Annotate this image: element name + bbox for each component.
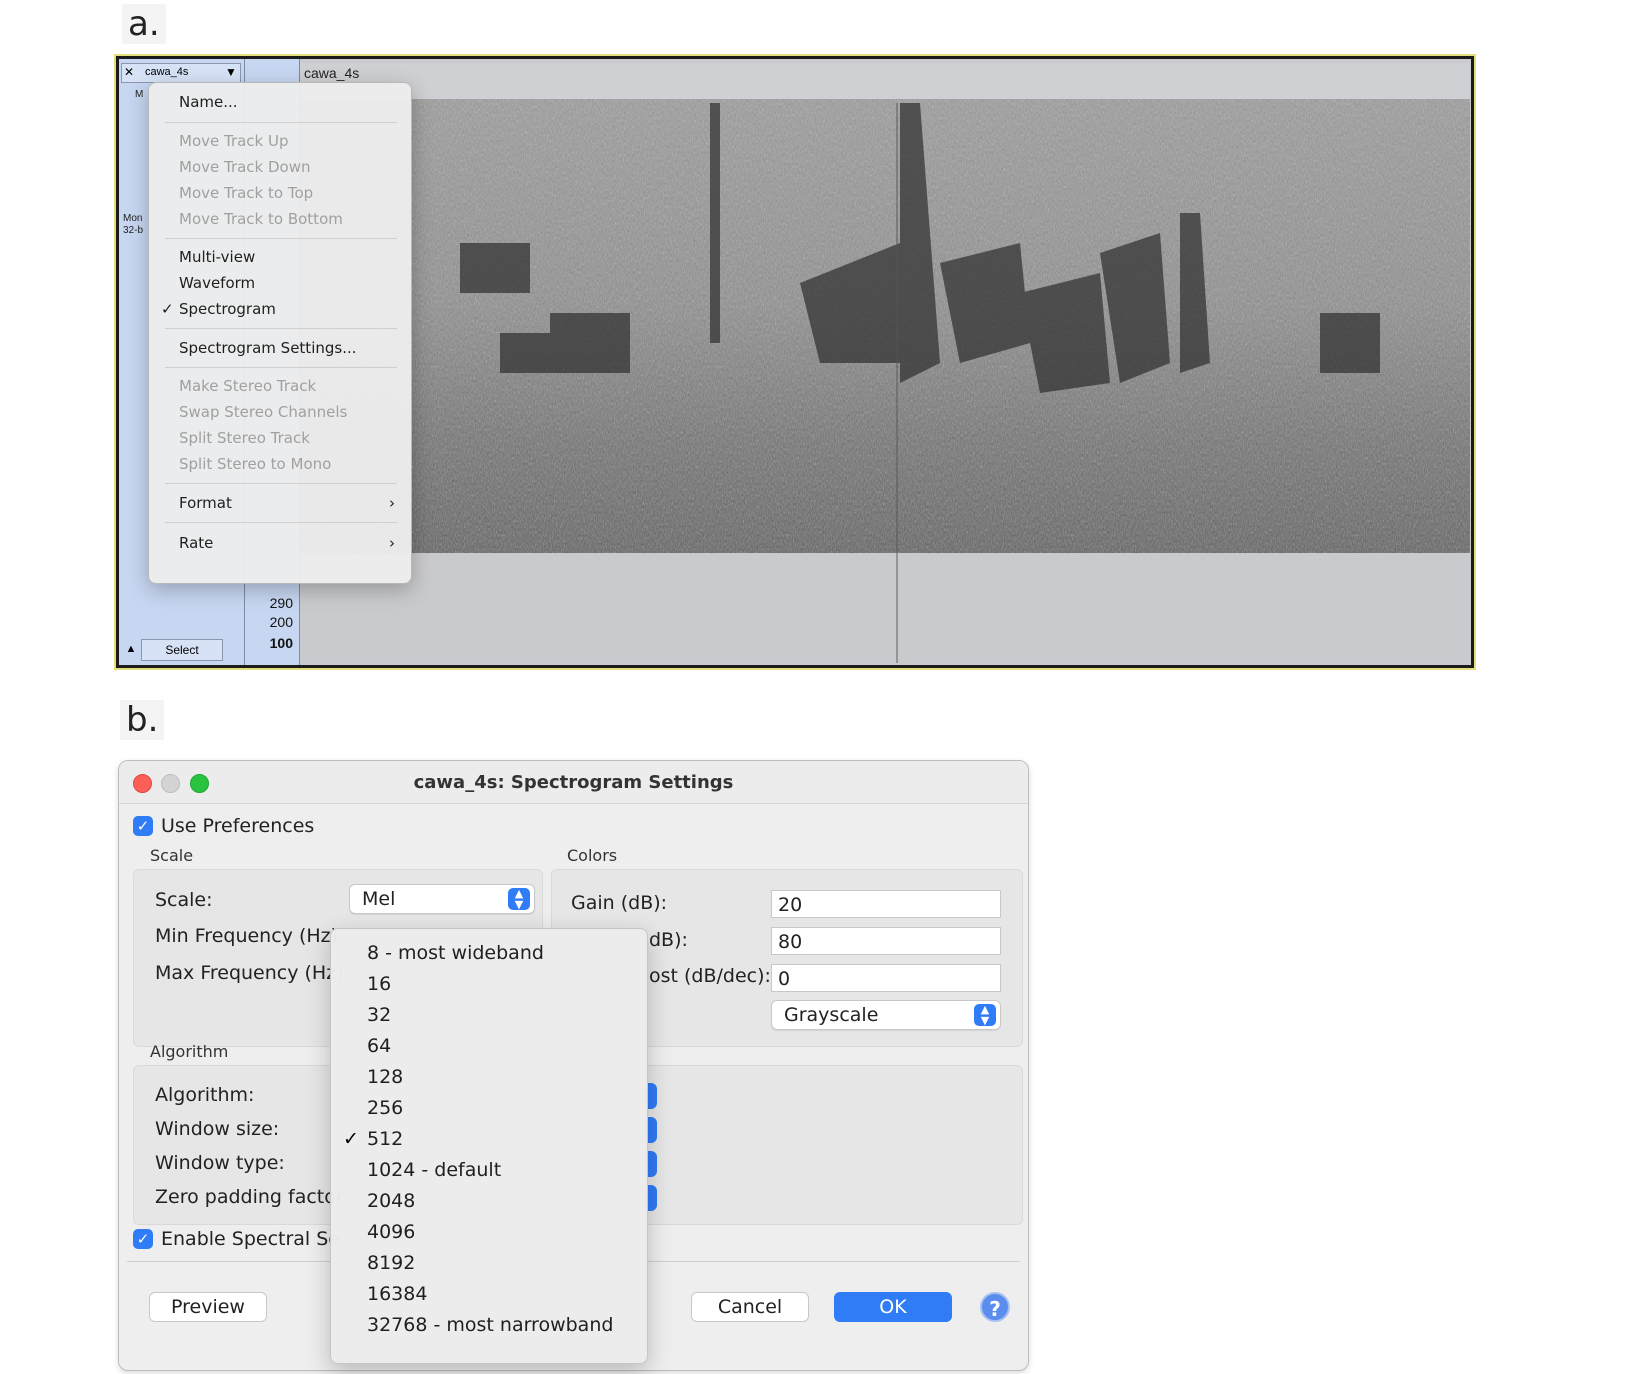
range-input[interactable]: 80 bbox=[771, 927, 1001, 955]
menu-item-move-top[interactable]: Move Track to Top bbox=[179, 182, 399, 204]
max-frequency-label: Max Frequency (Hz) bbox=[155, 962, 344, 984]
color-scheme-select[interactable]: Grayscale ▲ ▼ bbox=[771, 1000, 1001, 1030]
help-button[interactable]: ? bbox=[980, 1292, 1010, 1322]
checkmark-icon: ✓ bbox=[343, 1128, 359, 1150]
chevron-right-icon: › bbox=[389, 534, 395, 552]
menu-item-split-stereo[interactable]: Split Stereo Track bbox=[179, 427, 399, 449]
close-track-icon[interactable]: ✕ bbox=[124, 65, 134, 79]
scale-select[interactable]: Mel ▲ ▼ bbox=[349, 884, 535, 914]
enable-spectral-selection-label: Enable Spectral Se bbox=[161, 1228, 340, 1250]
frequency-gain-label: ost (dB/dec): bbox=[649, 965, 771, 987]
track-menu-arrow-icon[interactable]: ▼ bbox=[225, 65, 237, 79]
mute-button-fragment[interactable]: M bbox=[135, 89, 143, 100]
window-size-dropdown: ✓ 8 - most wideband 16 32 64 128 256 512… bbox=[330, 928, 648, 1364]
window-size-option[interactable]: 16384 bbox=[367, 1280, 427, 1308]
window-size-option[interactable]: 1024 - default bbox=[367, 1156, 501, 1184]
track-title: cawa_4s bbox=[304, 65, 360, 81]
spectrogram-image bbox=[300, 63, 1470, 663]
menu-item-name[interactable]: Name... bbox=[179, 91, 399, 113]
window-size-option[interactable]: 8 - most wideband bbox=[367, 939, 544, 967]
menu-item-swap-stereo[interactable]: Swap Stereo Channels bbox=[179, 401, 399, 423]
cancel-button[interactable]: Cancel bbox=[691, 1292, 809, 1322]
window-size-option-selected[interactable]: 512 bbox=[367, 1125, 403, 1153]
window-size-option[interactable]: 256 bbox=[367, 1094, 403, 1122]
range-label: dB): bbox=[649, 929, 688, 951]
track-name-button[interactable]: cawa_4s bbox=[145, 66, 188, 78]
menu-item-rate[interactable]: Rate bbox=[179, 532, 399, 554]
menu-item-split-mono[interactable]: Split Stereo to Mono bbox=[179, 453, 399, 475]
window-size-option[interactable]: 32 bbox=[367, 1001, 391, 1029]
ok-button[interactable]: OK bbox=[834, 1292, 952, 1322]
select-button[interactable]: Select bbox=[141, 639, 223, 661]
gain-label: Gain (dB): bbox=[571, 892, 668, 914]
min-frequency-label: Min Frequency (Hz) bbox=[155, 925, 339, 947]
menu-separator bbox=[165, 122, 397, 123]
colors-group-title: Colors bbox=[567, 846, 618, 865]
menu-item-spectrogram-settings[interactable]: Spectrogram Settings... bbox=[179, 337, 399, 359]
menu-separator bbox=[165, 328, 397, 329]
window-size-option[interactable]: 32768 - most narrowband bbox=[367, 1311, 613, 1339]
collapse-track-icon[interactable]: ▲ bbox=[123, 639, 139, 659]
window-size-option[interactable]: 16 bbox=[367, 970, 391, 998]
window-size-option[interactable]: 4096 bbox=[367, 1218, 415, 1246]
menu-item-waveform[interactable]: Waveform bbox=[179, 272, 399, 294]
ruler-tick: 200 bbox=[269, 614, 293, 630]
track-context-menu: Name... Move Track Up Move Track Down Mo… bbox=[148, 82, 412, 584]
ruler-tick: 100 bbox=[269, 635, 293, 651]
algorithm-label: Algorithm: bbox=[155, 1084, 255, 1106]
scale-select-value: Mel bbox=[362, 888, 396, 910]
panel-label-a: a. bbox=[122, 4, 166, 44]
scale-label: Scale: bbox=[155, 889, 213, 911]
mono-label: Mon bbox=[123, 213, 143, 224]
window-size-option[interactable]: 2048 bbox=[367, 1187, 415, 1215]
use-preferences-label: Use Preferences bbox=[161, 815, 315, 837]
menu-item-make-stereo[interactable]: Make Stereo Track bbox=[179, 375, 399, 397]
window-size-option[interactable]: 8192 bbox=[367, 1249, 415, 1277]
window-type-label: Window type: bbox=[155, 1152, 285, 1174]
menu-item-move-down[interactable]: Move Track Down bbox=[179, 156, 399, 178]
menu-item-multi-view[interactable]: Multi-view bbox=[179, 246, 399, 268]
menu-separator bbox=[165, 238, 397, 239]
bit-depth-label: 32-b bbox=[123, 225, 144, 236]
algorithm-group-title: Algorithm bbox=[150, 1042, 229, 1061]
use-preferences-checkbox[interactable]: ✓ bbox=[133, 816, 153, 836]
ruler-tick: 290 bbox=[269, 595, 293, 611]
menu-separator bbox=[165, 483, 397, 484]
dialog-titlebar: cawa_4s: Spectrogram Settings bbox=[119, 761, 1028, 804]
frequency-gain-input[interactable]: 0 bbox=[771, 964, 1001, 992]
menu-separator bbox=[165, 522, 397, 523]
updown-arrows-icon: ▲ ▼ bbox=[508, 888, 530, 910]
scale-group-title: Scale bbox=[150, 846, 194, 865]
window-size-option[interactable]: 128 bbox=[367, 1063, 403, 1091]
updown-arrows-icon: ▲ ▼ bbox=[974, 1004, 996, 1026]
spectrogram-view[interactable]: cawa_4s bbox=[300, 63, 1470, 663]
menu-item-format[interactable]: Format bbox=[179, 492, 399, 514]
track-header[interactable]: ✕ cawa_4s ▼ bbox=[121, 63, 241, 83]
menu-separator bbox=[165, 367, 397, 368]
enable-spectral-selection-checkbox[interactable]: ✓ bbox=[133, 1229, 153, 1249]
color-scheme-value: Grayscale bbox=[784, 1004, 879, 1026]
menu-item-spectrogram[interactable]: Spectrogram bbox=[179, 298, 399, 320]
preview-button[interactable]: Preview bbox=[149, 1292, 267, 1322]
menu-item-move-bottom[interactable]: Move Track to Bottom bbox=[179, 208, 399, 230]
menu-item-move-up[interactable]: Move Track Up bbox=[179, 130, 399, 152]
chevron-right-icon: › bbox=[389, 494, 395, 512]
dialog-title: cawa_4s: Spectrogram Settings bbox=[413, 772, 734, 793]
gain-input[interactable]: 20 bbox=[771, 890, 1001, 918]
panel-label-b: b. bbox=[120, 700, 165, 740]
window-size-label: Window size: bbox=[155, 1118, 280, 1140]
checkmark-icon: ✓ bbox=[161, 300, 174, 318]
window-size-option[interactable]: 64 bbox=[367, 1032, 391, 1060]
zero-padding-label: Zero padding factor bbox=[155, 1186, 344, 1208]
